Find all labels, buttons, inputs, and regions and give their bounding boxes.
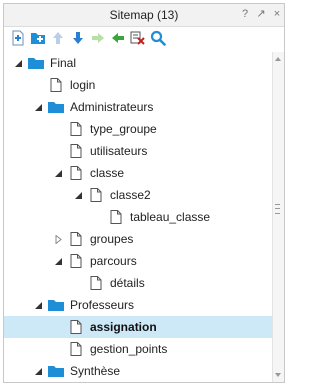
add-folder-icon <box>31 33 45 44</box>
page-icon <box>90 276 102 290</box>
scroll-grip-icon[interactable] <box>275 204 280 214</box>
tree-item-label: utilisateurs <box>90 144 148 158</box>
collapse-arrow-icon[interactable] <box>14 59 23 68</box>
folder-icon <box>48 102 64 113</box>
collapse-arrow-icon[interactable] <box>74 191 83 200</box>
move-up-icon <box>53 32 63 44</box>
tree-row[interactable]: login <box>4 74 272 96</box>
tree-item-label: gestion_points <box>90 342 168 356</box>
tree-row[interactable]: tableau_classe <box>4 206 272 228</box>
collapse-arrow-icon[interactable] <box>54 169 63 178</box>
scroll-up-arrow-icon[interactable] <box>275 57 281 61</box>
sitemap-panel: Sitemap (13) ? ↗ × Final login Administr… <box>3 3 285 383</box>
page-icon <box>70 144 82 158</box>
tree-item-label: détails <box>110 276 145 290</box>
tree-row[interactable]: classe <box>4 162 272 184</box>
folder-icon <box>48 300 64 311</box>
tree-item-label: groupes <box>90 232 134 246</box>
outdent-button[interactable] <box>110 30 126 46</box>
collapse-arrow-icon[interactable] <box>54 257 63 266</box>
tree-row[interactable]: classe2 <box>4 184 272 206</box>
tree-item-label: parcours <box>90 254 137 268</box>
search-button[interactable] <box>150 30 166 46</box>
toolbar <box>4 27 284 49</box>
tree-row[interactable]: utilisateurs <box>4 140 272 162</box>
undock-button[interactable]: ↗ <box>256 7 266 21</box>
tree-item-label: login <box>70 78 96 92</box>
delete-icon <box>130 31 145 45</box>
indent-button[interactable] <box>90 30 106 46</box>
scroll-down-arrow-icon[interactable] <box>275 373 281 377</box>
folder-icon <box>48 366 64 377</box>
tree-item-label: assignation <box>90 320 157 334</box>
page-icon <box>90 188 102 202</box>
page-icon <box>50 78 62 92</box>
collapse-arrow-icon[interactable] <box>34 367 43 376</box>
title-bar: Sitemap (13) ? ↗ × <box>4 4 284 27</box>
tree-row[interactable]: Administrateurs <box>4 96 272 118</box>
tree-item-label: Administrateurs <box>70 100 154 114</box>
search-icon <box>150 30 166 46</box>
folder-icon <box>28 58 44 69</box>
add-page-button[interactable] <box>10 30 26 46</box>
page-icon <box>70 166 82 180</box>
indent-icon <box>92 33 104 43</box>
tree-row[interactable]: groupes <box>4 228 272 250</box>
expand-arrow-icon[interactable] <box>54 235 63 244</box>
move-down-button[interactable] <box>70 30 86 46</box>
close-button[interactable]: × <box>272 7 282 21</box>
tree-item-label: classe2 <box>110 188 151 202</box>
tree-row[interactable]: assignation <box>4 316 272 338</box>
page-icon <box>70 122 82 136</box>
tree-row[interactable]: Professeurs <box>4 294 272 316</box>
add-folder-button[interactable] <box>30 30 46 46</box>
tree-row[interactable]: détails <box>4 272 272 294</box>
page-icon <box>70 320 82 334</box>
vertical-scrollbar[interactable] <box>272 52 284 382</box>
tree-item-label: tableau_classe <box>130 210 211 224</box>
tree-row[interactable]: type_groupe <box>4 118 272 140</box>
tree-row[interactable]: Synthèse <box>4 360 272 382</box>
outdent-icon <box>112 33 124 43</box>
delete-button[interactable] <box>130 30 146 46</box>
tree-item-label: Professeurs <box>70 298 135 312</box>
tree-item-label: type_groupe <box>90 122 157 136</box>
tree-row[interactable]: gestion_points <box>4 338 272 360</box>
tree-item-label: Final <box>50 56 77 70</box>
tree-item-label: Synthèse <box>70 364 121 378</box>
add-page-icon <box>12 30 24 46</box>
tree-item-label: classe <box>90 166 125 180</box>
collapse-arrow-icon[interactable] <box>34 103 43 112</box>
sitemap-tree: Final login Administrateurs type_groupeutil… <box>4 52 272 382</box>
collapse-arrow-icon[interactable] <box>34 301 43 310</box>
page-icon <box>70 342 82 356</box>
page-icon <box>70 254 82 268</box>
page-icon <box>70 232 82 246</box>
tree-row[interactable]: parcours <box>4 250 272 272</box>
tree-row[interactable]: Final <box>4 52 272 74</box>
move-down-icon <box>73 32 83 44</box>
window-controls: ? ↗ × <box>240 7 282 21</box>
help-button[interactable]: ? <box>240 7 250 21</box>
move-up-button[interactable] <box>50 30 66 46</box>
page-icon <box>110 210 122 224</box>
